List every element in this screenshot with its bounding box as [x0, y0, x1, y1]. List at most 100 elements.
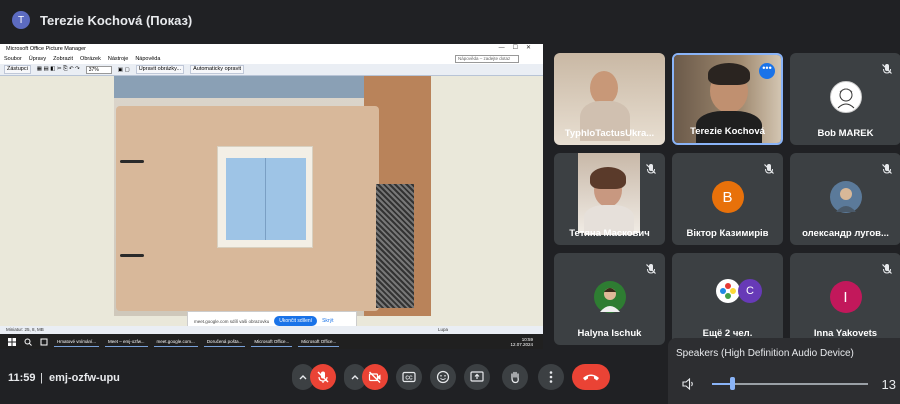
shared-screen: Microsoft Office Picture Manager —☐✕ Sou… — [0, 44, 543, 349]
participant-tile[interactable]: Bob MAREK — [790, 53, 900, 145]
mic-off-icon — [646, 264, 656, 274]
present-screen-button[interactable] — [464, 364, 490, 390]
group-avatar-letter: C — [738, 279, 762, 303]
autofix-button: Automaticky opravit — [190, 65, 245, 74]
participant-tile[interactable]: Тетяна Маскович — [554, 153, 665, 245]
meeting-code: emj-ozfw-upu — [49, 372, 120, 384]
menu-item: Soubor — [4, 56, 22, 62]
speaker-icon[interactable] — [682, 378, 696, 390]
raise-hand-button[interactable] — [502, 364, 528, 390]
speaker-device-name: Speakers (High Definition Audio Device) — [676, 348, 854, 359]
taskbar-item: Microsoft Office... — [251, 336, 293, 347]
volume-fill — [712, 383, 733, 385]
help-search-field: Nápověda – zadejte dotaz — [455, 55, 519, 63]
participant-avatar — [829, 81, 862, 113]
shared-menubar: Soubor Úpravy Zobrazit Obrázek Nástroje … — [0, 54, 543, 64]
taskbar-clock: 10:59 12.07.2024 — [510, 337, 533, 347]
shared-window-title: Microsoft Office Picture Manager — [6, 46, 86, 52]
chevron-up-icon — [351, 375, 359, 380]
taskbar-item: Meet – emj-ozfw... — [105, 336, 148, 347]
toolbar-icons: ▣ ▢ — [117, 66, 130, 73]
photo-avatar-icon — [835, 188, 856, 212]
participant-avatar: B — [711, 181, 744, 213]
group-avatar-image — [716, 279, 740, 303]
participant-avatar: I — [829, 281, 862, 313]
status-zoom-label: Lupa — [438, 327, 449, 332]
participant-tile[interactable]: TyphloTactusUkra... — [554, 53, 665, 145]
more-options-icon[interactable]: ••• — [759, 63, 775, 79]
status-text: Miniatur: 25, 8, MB — [6, 327, 44, 332]
participant-name: Halyna Ischuk — [577, 328, 642, 339]
hide-notification-link[interactable]: Skrýt — [322, 318, 333, 324]
menu-item: Nápověda — [135, 56, 161, 62]
portrait-sketch-icon — [837, 88, 854, 109]
microphone-toggle-button[interactable] — [310, 364, 336, 390]
speaker-volume-popup: Speakers (High Definition Audio Device) … — [668, 338, 900, 404]
taskbar-clock-date: 12.07.2024 — [510, 341, 533, 347]
mic-off-icon — [882, 264, 892, 274]
leave-call-button[interactable] — [572, 364, 610, 390]
participant-tile[interactable]: олександр лугов... — [790, 153, 900, 245]
taskbar-search-icon — [24, 338, 32, 346]
mic-off-icon — [882, 64, 892, 74]
captions-button[interactable]: CC — [396, 364, 422, 390]
camera-off-icon — [368, 371, 381, 383]
participant-name: Bob MAREK — [817, 128, 874, 139]
menu-item: Obrázek — [80, 56, 101, 62]
taskbar-item: Doručená pošta... — [203, 336, 246, 347]
photo-avatar-icon — [599, 288, 620, 312]
shared-taskbar: Hmatové vnímání... Meet – emj-ozfw... me… — [0, 334, 543, 349]
reactions-button[interactable] — [430, 364, 456, 390]
participant-name: олександр лугов... — [802, 228, 889, 239]
participant-name: Віктор Казимирів — [686, 228, 769, 239]
flower-avatar-icon — [720, 283, 736, 299]
mic-off-icon — [882, 164, 892, 174]
participant-tile[interactable]: Halyna Ischuk — [554, 253, 665, 345]
zoom-field: 37% — [85, 65, 112, 74]
raise-hand-icon — [511, 371, 519, 384]
shared-photo — [114, 76, 431, 316]
shared-window-title-bar: Microsoft Office Picture Manager —☐✕ — [0, 44, 543, 54]
svg-text:CC: CC — [405, 376, 413, 382]
menu-item: Nástroje — [107, 56, 129, 62]
volume-slider-thumb[interactable] — [730, 377, 736, 390]
window-controls-icon: —☐✕ — [498, 45, 539, 51]
shortcuts-button: Zástupci — [4, 65, 31, 74]
presenter-avatar: T — [12, 11, 30, 29]
stop-sharing-button[interactable]: Ukončit sdílení — [274, 316, 318, 326]
participant-tile[interactable]: ••• Terezie Kochová — [672, 53, 783, 145]
participant-avatar — [593, 281, 626, 313]
time-separator: | — [40, 372, 43, 384]
shared-statusbar: Miniatur: 25, 8, MB Lupa — [0, 326, 543, 334]
mic-off-icon — [317, 371, 329, 383]
participant-avatar — [829, 181, 862, 213]
volume-value: 13 — [881, 377, 896, 392]
camera-toggle-button[interactable] — [362, 364, 388, 390]
participant-tile[interactable]: B Віктор Казимирів — [672, 153, 783, 245]
share-notification-text: meet.google.com sdílí vaši obrazovku — [194, 318, 270, 324]
shared-toolbar: Zástupci ▦ ▤ ◧ ✂ ⎘ ↶ ↷ 37% ▣ ▢ Upravit o… — [0, 64, 543, 76]
taskbar-item: Microsoft Office... — [298, 336, 340, 347]
present-screen-icon — [470, 371, 484, 382]
task-view-icon — [40, 338, 48, 345]
volume-track[interactable] — [712, 383, 868, 385]
meeting-time: 11:59 — [8, 372, 36, 384]
more-options-button[interactable] — [538, 364, 564, 390]
participant-name: Terezie Kochová — [690, 126, 765, 137]
participant-tile[interactable]: C Ещё 2 чел. — [672, 253, 783, 345]
chevron-up-icon — [299, 375, 307, 380]
toolbar-icons: ▦ ▤ ◧ ✂ ⎘ ↶ ↷ — [36, 66, 80, 72]
closed-captions-icon: CC — [402, 371, 416, 383]
presenter-title: Terezie Kochová (Показ) — [40, 12, 193, 28]
taskbar-item: meet.google.com... — [153, 336, 198, 347]
meet-window: T Terezie Kochová (Показ) Microsoft Offi… — [0, 0, 900, 404]
windows-start-icon — [8, 337, 16, 346]
participant-tile[interactable]: I Inna Yakovets — [790, 253, 900, 345]
menu-item: Zobrazit — [53, 56, 74, 62]
picture-canvas — [0, 76, 543, 326]
emoji-icon — [436, 370, 450, 384]
participant-name: TyphloTactusUkra... — [564, 128, 655, 139]
menu-item: Úpravy — [28, 56, 47, 62]
participant-name: Тетяна Маскович — [569, 228, 650, 239]
taskbar-item: Hmatové vnímání... — [54, 336, 100, 347]
